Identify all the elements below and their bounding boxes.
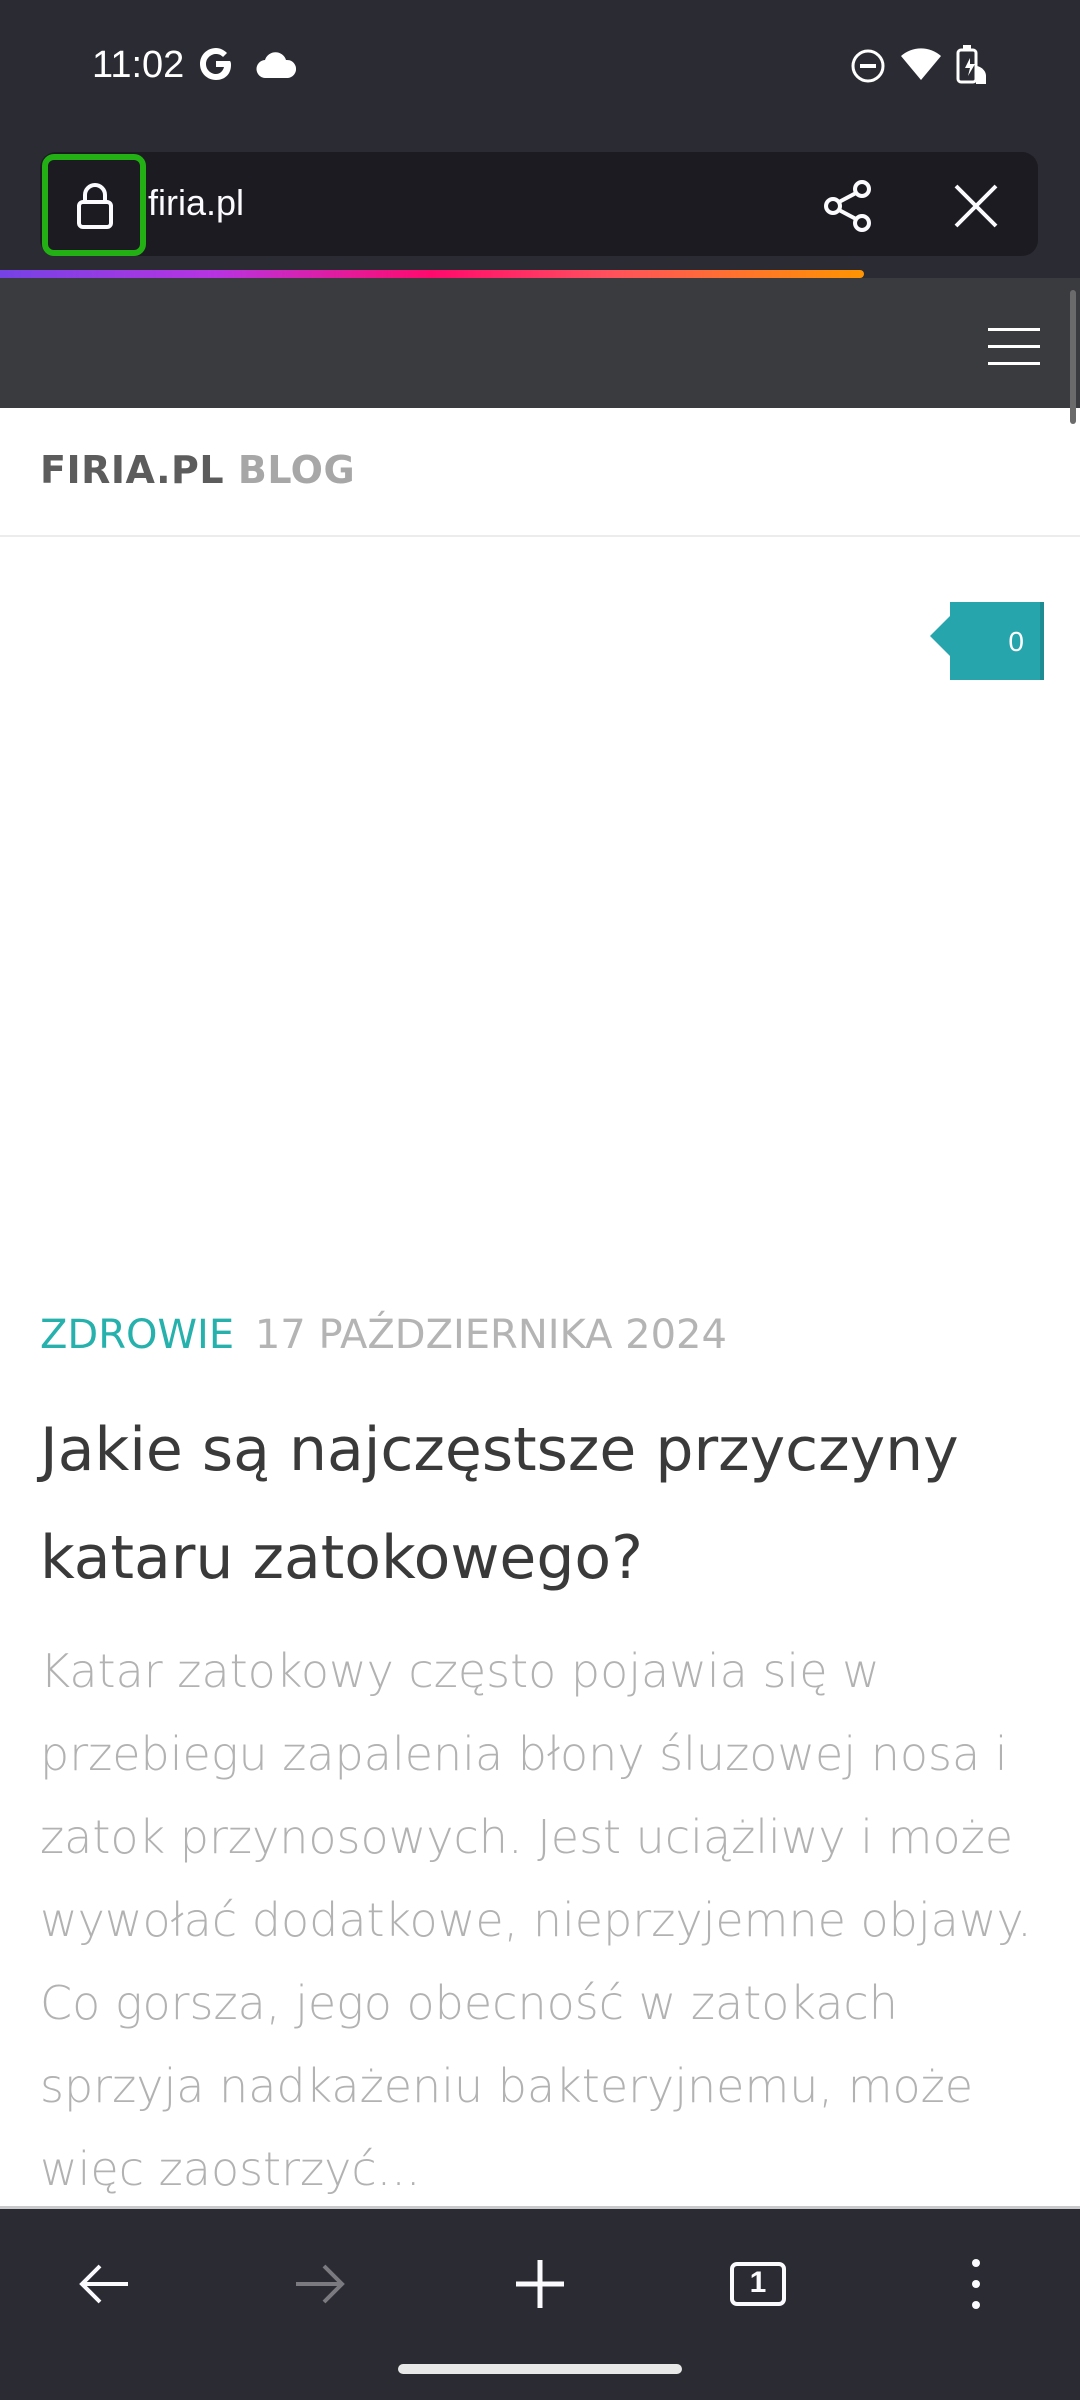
status-bar: 11:02: [0, 0, 1080, 140]
back-arrow-icon: [79, 2264, 128, 2304]
tab-count: 1: [749, 2266, 767, 2299]
share-icon: [824, 180, 871, 232]
battery-icon: [954, 44, 990, 90]
do-not-disturb-icon: [850, 48, 886, 88]
close-button[interactable]: [946, 176, 1006, 236]
article-meta: ZDROWIE 17 PAŹDZIERNIKA 2024: [40, 1312, 727, 1358]
home-gesture-bar[interactable]: [398, 2364, 682, 2374]
new-tab-button[interactable]: [500, 2249, 580, 2319]
article-headline[interactable]: Jakie są najczęstsze przyczyny kataru za…: [40, 1396, 1040, 1612]
close-icon: [954, 184, 998, 228]
google-icon: [198, 46, 234, 86]
site-header: [0, 278, 1080, 408]
divider: [0, 535, 1080, 537]
article-excerpt: Katar zatokowy często pojawia się w prze…: [40, 1644, 1032, 2196]
site-title-primary: FIRIA.PL: [40, 448, 225, 492]
site-title[interactable]: FIRIA.PL BLOG: [40, 448, 355, 492]
forward-arrow-icon: [296, 2264, 345, 2304]
overflow-menu-icon: [972, 2259, 980, 2309]
wifi-icon: [900, 46, 942, 86]
site-security-button[interactable]: [42, 154, 146, 256]
tabs-button[interactable]: 1: [718, 2249, 798, 2319]
site-title-secondary: BLOG: [237, 448, 356, 492]
share-button[interactable]: [818, 176, 878, 236]
lock-icon: [77, 183, 113, 229]
forward-button[interactable]: [280, 2249, 360, 2319]
article-category[interactable]: ZDROWIE: [40, 1312, 234, 1358]
article-date: 17 PAŹDZIERNIKA 2024: [254, 1312, 727, 1358]
back-button[interactable]: [64, 2249, 144, 2319]
menu-icon[interactable]: [988, 328, 1040, 366]
page-load-progress-fill: [0, 270, 864, 278]
scrollbar[interactable]: [1070, 290, 1076, 424]
url-text[interactable]: firia.pl: [148, 182, 244, 224]
more-options-button[interactable]: [936, 2249, 1016, 2319]
status-time: 11:02: [92, 44, 185, 86]
cloud-icon: [256, 52, 297, 82]
comment-count-badge[interactable]: 0: [930, 602, 1044, 680]
page-load-progress: [0, 270, 1080, 278]
plus-icon: [516, 2260, 564, 2308]
